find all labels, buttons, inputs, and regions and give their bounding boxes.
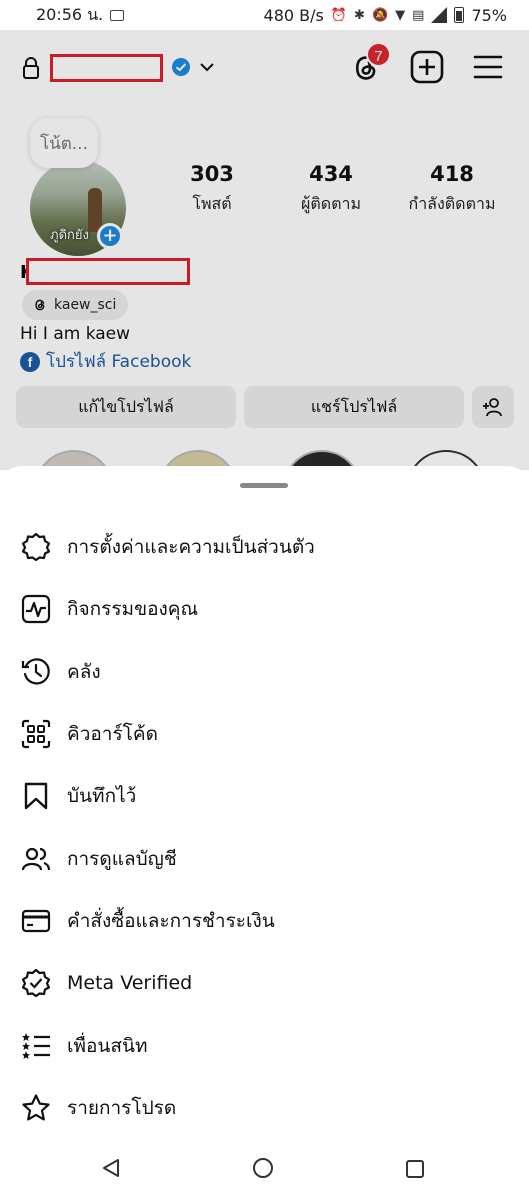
menu-item-meta-verified[interactable]: Meta Verified xyxy=(0,952,529,1014)
menu-item-saved[interactable]: บันทึกไว้ xyxy=(0,765,529,827)
menu-item-label: การตั้งค่าและความเป็นส่วนตัว xyxy=(67,536,315,559)
menu-item-settings[interactable]: การตั้งค่าและความเป็นส่วนตัว xyxy=(0,516,529,578)
star-icon xyxy=(20,1092,52,1124)
battery-percent: 75% xyxy=(471,5,507,25)
network-speed: 480 B/s xyxy=(263,5,324,25)
status-time: 20:56 น. xyxy=(36,4,104,24)
status-bar: 20:56 น. 480 B/s ⏰ ✱ 🔕 ▼ ▤ 75% xyxy=(0,0,529,30)
menu-item-close-friends[interactable]: เพื่อนสนิท xyxy=(0,1014,529,1076)
mute-icon: 🔕 xyxy=(371,7,389,23)
nav-recents-icon[interactable] xyxy=(405,1159,425,1179)
menu-item-label: บันทึกไว้ xyxy=(67,785,137,808)
supervision-icon xyxy=(20,843,52,875)
menu-item-archive[interactable]: คลัง xyxy=(0,641,529,703)
options-menu-list: การตั้งค่าและความเป็นส่วนตัว กิจกรรมของค… xyxy=(0,516,529,1139)
qr-code-icon xyxy=(20,718,52,750)
menu-item-orders-payments[interactable]: คำสั่งซื้อและการชำระเงิน xyxy=(0,890,529,952)
menu-item-label: คลัง xyxy=(67,660,101,683)
gallery-notification-icon xyxy=(110,9,125,21)
bluetooth-icon: ✱ xyxy=(354,7,365,23)
wifi-icon: ▼ xyxy=(395,7,406,23)
card-icon xyxy=(20,905,52,937)
menu-item-qr-code[interactable]: คิวอาร์โค้ด xyxy=(0,703,529,765)
menu-item-favorites[interactable]: รายการโปรด xyxy=(0,1077,529,1139)
verified-badge-icon xyxy=(20,967,52,999)
menu-item-label: คำสั่งซื้อและการชำระเงิน xyxy=(67,909,275,932)
menu-item-label: รายการโปรด xyxy=(67,1096,177,1119)
cell-signal-icon xyxy=(431,7,448,23)
status-left: 20:56 น. xyxy=(36,3,125,28)
dim-overlay[interactable] xyxy=(0,30,529,470)
bookmark-icon xyxy=(20,780,52,812)
menu-item-supervision[interactable]: การดูแลบัญชี xyxy=(0,827,529,889)
menu-item-your-activity[interactable]: กิจกรรมของคุณ xyxy=(0,578,529,640)
menu-item-label: กิจกรรมของคุณ xyxy=(67,598,199,621)
nav-home-icon[interactable] xyxy=(252,1157,274,1179)
activity-icon xyxy=(20,593,52,625)
nav-back-icon[interactable] xyxy=(100,1157,122,1179)
archive-history-icon xyxy=(20,656,52,688)
system-navigation-bar xyxy=(0,1140,529,1200)
battery-icon xyxy=(454,7,465,23)
options-bottom-sheet: การตั้งค่าและความเป็นส่วนตัว กิจกรรมของค… xyxy=(0,466,529,1200)
settings-gear-icon xyxy=(20,531,52,563)
menu-item-label: Meta Verified xyxy=(67,972,193,995)
alarm-icon: ⏰ xyxy=(330,7,348,23)
menu-item-label: การดูแลบัญชี xyxy=(67,847,177,870)
volte-icon: ▤ xyxy=(412,7,425,23)
close-friends-icon xyxy=(20,1030,52,1062)
status-right: 480 B/s ⏰ ✱ 🔕 ▼ ▤ 75% xyxy=(264,6,507,25)
menu-item-label: คิวอาร์โค้ด xyxy=(67,723,158,746)
menu-item-label: เพื่อนสนิท xyxy=(67,1034,148,1057)
sheet-drag-handle[interactable] xyxy=(240,483,288,488)
